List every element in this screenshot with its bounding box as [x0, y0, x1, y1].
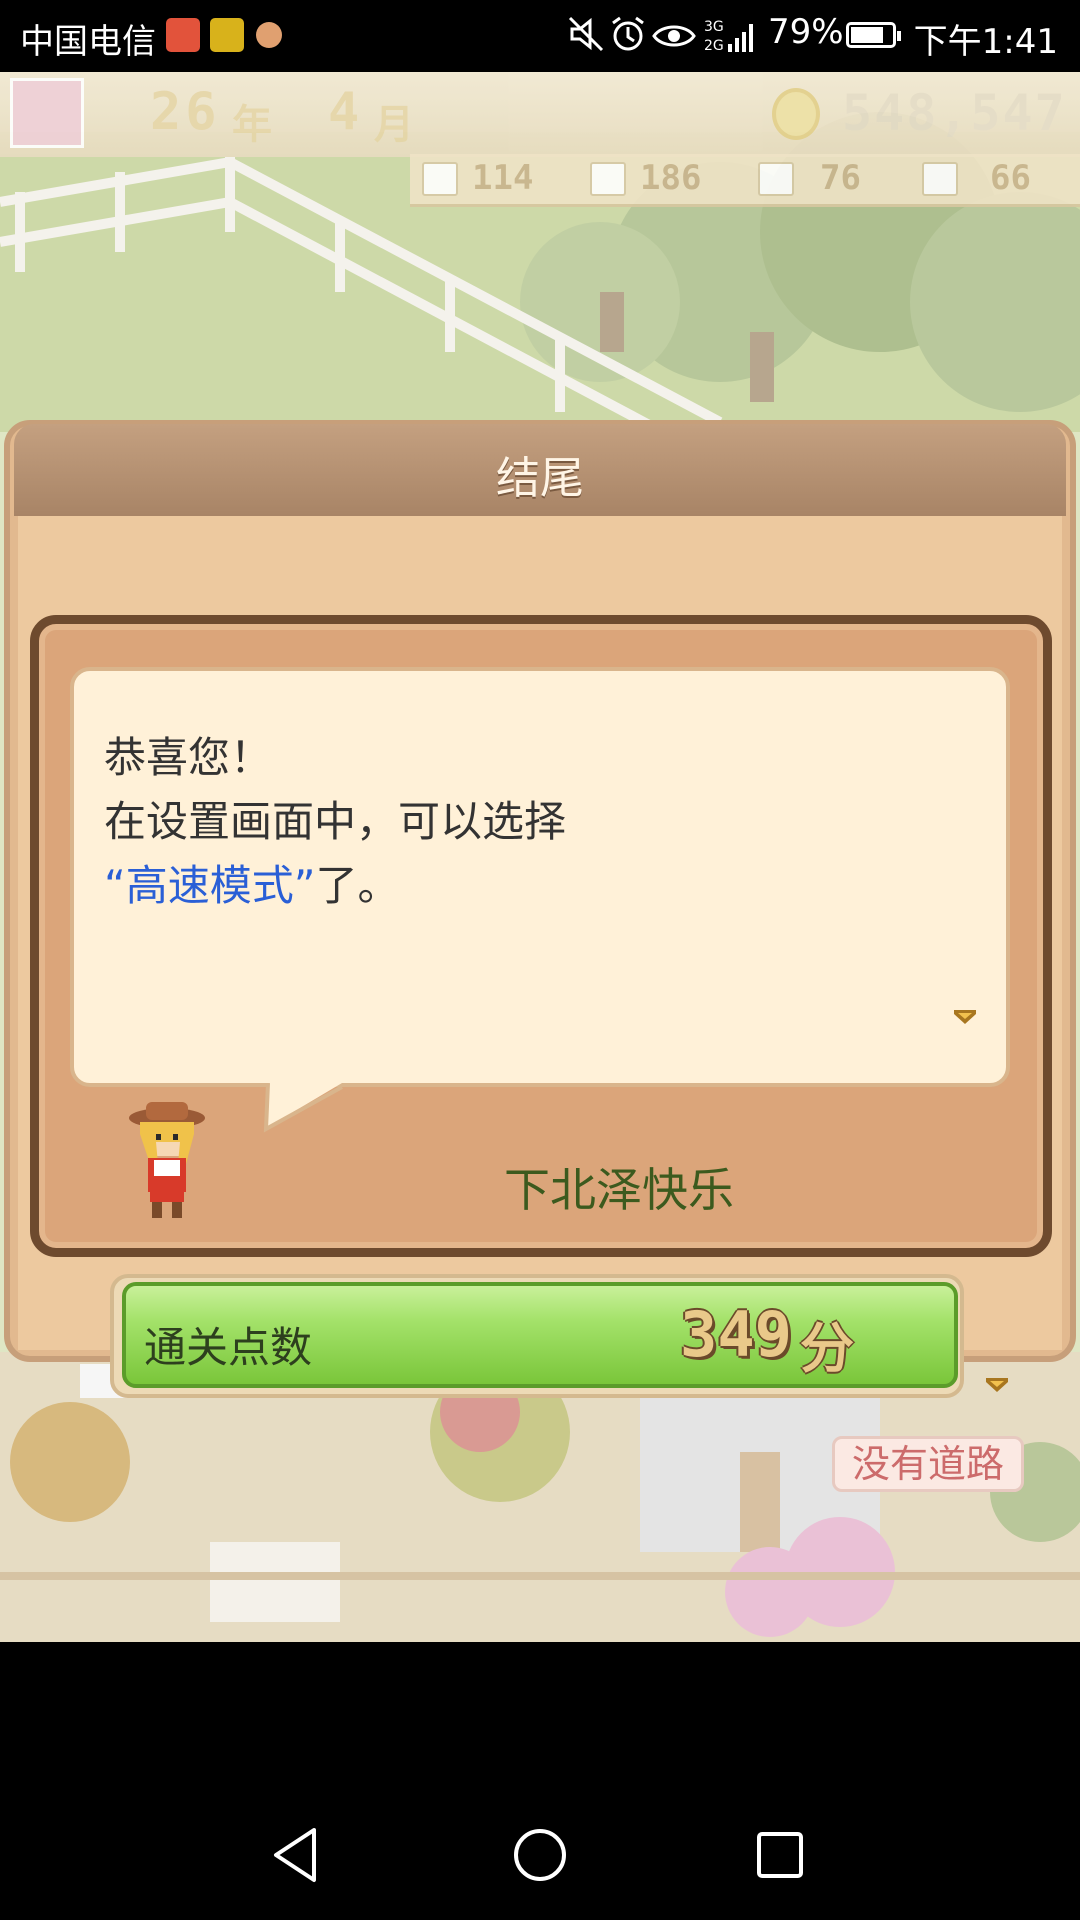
alarm-icon — [612, 16, 644, 51]
speaker-name: 下北泽快乐 — [504, 1163, 734, 1217]
signal-icon: 3G 2G — [704, 19, 753, 54]
carrot-icon — [590, 162, 626, 196]
tomato-icon — [758, 162, 794, 196]
dialog-header: 结尾 — [14, 424, 1066, 516]
status-bar: 中国电信 3G 2G 79% 下午1:41 — [0, 0, 1080, 72]
hud-year-unit: 年 — [232, 102, 272, 148]
hud-money: 548,547 — [842, 84, 1067, 142]
battery-fill — [851, 27, 883, 43]
eye-icon — [652, 25, 696, 47]
battery-icon — [846, 22, 901, 48]
continue-arrow-icon[interactable] — [986, 1378, 1008, 1392]
game-screen[interactable]: 26 年 4 月 548,547 114 186 76 66 没有道路 结尾 恭… — [0, 72, 1080, 1642]
message-line: 恭喜您！ — [104, 733, 273, 782]
hud-month-unit: 月 — [374, 102, 414, 148]
navigation-bar — [0, 1642, 1080, 1920]
dialog-title: 结尾 — [496, 453, 584, 504]
score-unit: 分 — [800, 1317, 854, 1380]
app-notification-icon — [166, 18, 200, 52]
clock: 下午1:41 — [913, 22, 1058, 62]
network-type-3g: 3G — [704, 19, 724, 35]
resource-bar: 114 186 76 66 — [410, 154, 1080, 207]
network-type-2g: 2G — [704, 38, 724, 54]
carrier-name: 中国电信 — [20, 22, 156, 62]
mute-icon — [568, 16, 604, 52]
score-value: 349 — [680, 1298, 792, 1371]
no-road-tag: 没有道路 — [832, 1436, 1024, 1492]
no-road-label: 没有道路 — [851, 1442, 1004, 1486]
hud-year: 26 — [150, 82, 221, 142]
high-speed-mode-highlight: “高速模式” — [104, 861, 316, 910]
resource-value: 66 — [990, 158, 1031, 198]
hud-top-bar: 26 年 4 月 548,547 — [0, 72, 1080, 157]
hud-month: 4 — [328, 82, 360, 142]
home-icon[interactable] — [505, 1820, 575, 1890]
back-icon[interactable] — [262, 1820, 332, 1890]
battery-percent: 79% — [768, 12, 844, 52]
message-line: “高速模式”了。 — [104, 854, 566, 918]
coin-icon — [772, 88, 820, 140]
animal-icon — [922, 162, 958, 196]
speech-bubble-tail-outline — [263, 1083, 343, 1133]
flower-icon — [422, 162, 458, 196]
score-label: 通关点数 — [144, 1323, 313, 1372]
app-notification-icon — [256, 22, 282, 48]
message-suffix: 了。 — [315, 861, 400, 910]
recent-apps-icon[interactable] — [745, 1820, 815, 1890]
resource-value: 114 — [472, 158, 534, 198]
season-flower-icon[interactable] — [10, 78, 84, 148]
continue-arrow-icon[interactable] — [954, 1010, 976, 1024]
resource-value: 76 — [820, 158, 861, 198]
dialog-message: 恭喜您！ 在设置画面中，可以选择 “高速模式”了。 — [104, 726, 566, 918]
app-notification-icon — [210, 18, 244, 52]
speaker-avatar-icon — [129, 1102, 205, 1218]
resource-value: 186 — [640, 158, 702, 198]
message-line: 在设置画面中，可以选择 — [104, 797, 567, 846]
